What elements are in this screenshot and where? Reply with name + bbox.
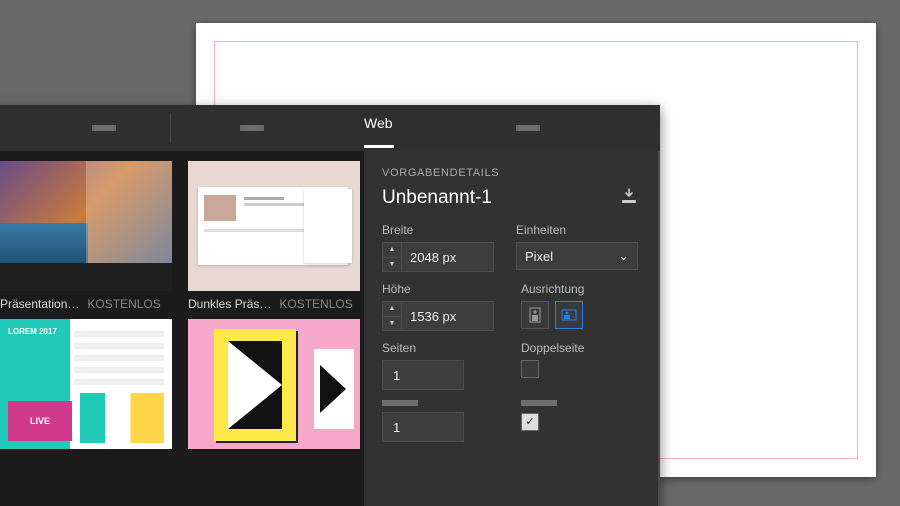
template-price-tag: KOSTENLOS: [87, 297, 160, 311]
category-tabbar: Web: [0, 105, 660, 151]
secondary-number-value: 1: [383, 420, 400, 435]
orientation-label: Ausrichtung: [521, 282, 638, 296]
panel-section-heading: VORGABENDETAILS: [382, 167, 638, 179]
secondary-number-input[interactable]: 1: [382, 412, 464, 442]
orientation-portrait-button[interactable]: [521, 301, 549, 329]
chevron-down-icon: ⌄: [618, 248, 629, 264]
facing-pages-label: Doppelseite: [521, 341, 638, 355]
templates-panel: Präsentation… KOSTENLOS Dunkles Präs… KO…: [0, 151, 364, 506]
height-value: 1536 px: [402, 309, 456, 324]
tab-placeholder[interactable]: [240, 125, 264, 131]
tab-active-indicator: [364, 145, 394, 148]
width-label: Breite: [382, 223, 494, 237]
template-name: Präsentation…: [0, 297, 79, 311]
pages-label: Seiten: [382, 341, 499, 355]
height-input[interactable]: ▲▼ 1536 px: [382, 301, 494, 331]
tab-web[interactable]: Web: [364, 115, 393, 141]
stepper-down-icon[interactable]: ▼: [383, 258, 401, 272]
field-label-placeholder: [382, 400, 418, 406]
template-card[interactable]: [188, 319, 360, 449]
width-input[interactable]: ▲▼ 2048 px: [382, 242, 494, 272]
template-thumbnail: LOREM 2017 LIVE: [0, 319, 172, 449]
orientation-landscape-button[interactable]: [555, 301, 583, 329]
template-thumbnail: [0, 161, 172, 291]
template-name: Dunkles Präs…: [188, 297, 271, 311]
stepper-up-icon[interactable]: ▲: [383, 243, 401, 258]
height-label: Höhe: [382, 282, 499, 296]
pages-value: 1: [383, 368, 400, 383]
new-document-dialog: Web Präsentation… KOSTENLOS: [0, 105, 660, 506]
template-card[interactable]: Dunkles Präs… KOSTENLOS: [188, 161, 360, 311]
stepper-up-icon[interactable]: ▲: [383, 302, 401, 317]
width-value: 2048 px: [402, 250, 456, 265]
template-thumbnail: [188, 161, 360, 291]
template-price-tag: KOSTENLOS: [279, 297, 352, 311]
units-value: Pixel: [525, 249, 553, 264]
template-card[interactable]: LOREM 2017 LIVE: [0, 319, 172, 449]
secondary-checkbox[interactable]: ✓: [521, 413, 539, 431]
facing-pages-checkbox[interactable]: [521, 360, 539, 378]
template-card[interactable]: Präsentation… KOSTENLOS: [0, 161, 172, 311]
stepper-down-icon[interactable]: ▼: [383, 317, 401, 331]
template-thumbnail: [188, 319, 360, 449]
tab-placeholder[interactable]: [92, 125, 116, 131]
document-title[interactable]: Unbenannt-1: [382, 187, 492, 209]
pages-input[interactable]: 1: [382, 360, 464, 390]
download-preset-icon[interactable]: [620, 188, 638, 209]
tab-separator: [170, 113, 171, 143]
tab-placeholder[interactable]: [516, 125, 540, 131]
preset-details-panel: VORGABENDETAILS Unbenannt-1 Breite ▲▼ 20…: [364, 151, 660, 506]
field-label-placeholder: [521, 400, 557, 406]
units-select[interactable]: Pixel ⌄: [516, 242, 638, 270]
units-label: Einheiten: [516, 223, 638, 237]
